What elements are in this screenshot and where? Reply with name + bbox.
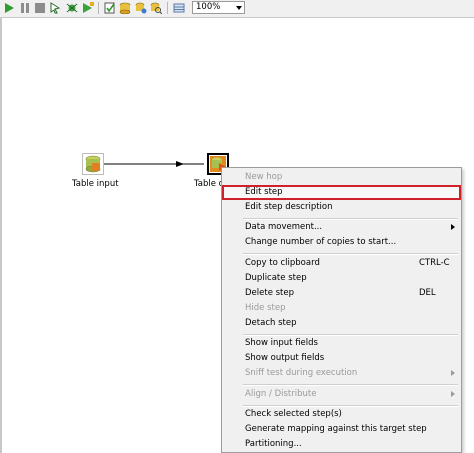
menu-item-sniff-test: Sniff test during execution: [222, 366, 461, 381]
zoom-value: 100%: [196, 2, 221, 12]
debug-icon[interactable]: [66, 2, 78, 14]
zoom-select[interactable]: 100%: [192, 1, 245, 14]
chevron-down-icon: [236, 6, 242, 10]
check-icon[interactable]: [104, 2, 116, 14]
menu-item-data-movement[interactable]: Data movement...: [222, 220, 461, 235]
show-results-icon[interactable]: [173, 2, 185, 14]
menu-item-copy-to-clipboard[interactable]: Copy to clipboard CTRL-C: [222, 256, 461, 271]
preview-icon[interactable]: [50, 2, 62, 14]
stop-icon[interactable]: [34, 2, 46, 14]
pentaho-transformation-editor: 100% Table input Table o New hop Edit st…: [0, 0, 474, 453]
explore-db-icon[interactable]: [150, 2, 162, 14]
menu-item-check-selected-steps[interactable]: Check selected step(s): [222, 407, 461, 422]
menu-item-duplicate-step[interactable]: Duplicate step: [222, 271, 461, 286]
canvas-left-border: [0, 18, 2, 453]
menu-item-edit-step[interactable]: Edit step: [222, 185, 461, 200]
menu-item-align-distribute: Align / Distribute: [222, 387, 461, 402]
submenu-arrow-icon: [451, 224, 455, 230]
menu-item-generate-mapping[interactable]: Generate mapping against this target ste…: [222, 422, 461, 437]
menu-item-partitioning[interactable]: Partitioning...: [222, 437, 461, 452]
impact-icon[interactable]: [119, 2, 131, 14]
toolbar: 100%: [0, 0, 474, 18]
step-context-menu: New hop Edit step Edit step description …: [221, 167, 462, 453]
menu-item-change-copies[interactable]: Change number of copies to start...: [222, 235, 461, 250]
submenu-arrow-icon: [451, 391, 455, 397]
menu-item-show-input-fields[interactable]: Show input fields: [222, 336, 461, 351]
menu-separator: [243, 384, 458, 386]
menu-separator: [243, 253, 458, 255]
menu-item-hide-step: Hide step: [245, 303, 286, 313]
menu-item-new-hop: New hop: [245, 172, 283, 182]
table-input-step-label: Table input: [72, 179, 119, 189]
menu-item-show-output-fields[interactable]: Show output fields: [222, 351, 461, 366]
table-input-step-icon[interactable]: [82, 153, 104, 175]
replay-icon[interactable]: [82, 2, 94, 14]
menu-item-delete-step[interactable]: Delete step DEL: [222, 286, 461, 301]
sql-icon[interactable]: [135, 2, 147, 14]
menu-item-detach-step[interactable]: Detach step: [222, 316, 461, 331]
table-output-step-label: Table o: [194, 179, 224, 189]
hop-arrow[interactable]: [104, 158, 208, 170]
pause-icon[interactable]: [19, 2, 31, 14]
menu-item-edit-step-description[interactable]: Edit step description: [222, 200, 461, 215]
run-icon[interactable]: [3, 2, 15, 14]
submenu-arrow-icon: [451, 370, 455, 376]
